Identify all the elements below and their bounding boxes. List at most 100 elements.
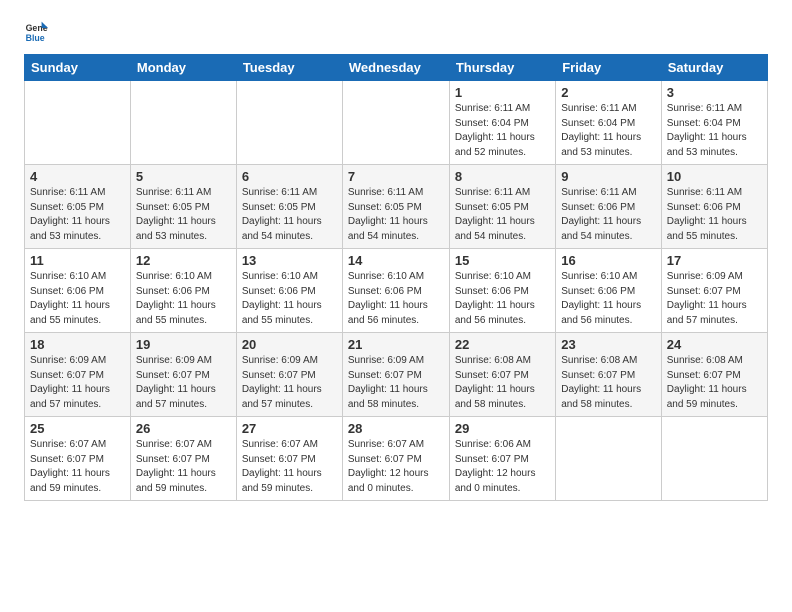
day-info: Sunrise: 6:10 AM Sunset: 6:06 PM Dayligh… [348,270,444,328]
day-info: Sunrise: 6:10 AM Sunset: 6:06 PM Dayligh… [455,270,550,328]
day-info: Sunrise: 6:08 AM Sunset: 6:07 PM Dayligh… [561,354,656,412]
day-number: 14 [348,253,444,268]
calendar-day-cell: 20 Sunrise: 6:09 AM Sunset: 6:07 PM Dayli… [236,333,342,417]
calendar-day-cell [236,81,342,165]
calendar-day-cell [130,81,236,165]
day-info: Sunrise: 6:11 AM Sunset: 6:05 PM Dayligh… [136,186,231,244]
calendar-week-row: 25 Sunrise: 6:07 AM Sunset: 6:07 PM Dayli… [25,417,768,501]
calendar-day-cell: 15Sunrise: 6:10 AM Sunset: 6:06 PM Dayli… [449,249,555,333]
calendar-week-row: 1 Sunrise: 6:11 AM Sunset: 6:04 PM Daylig… [25,81,768,165]
day-number: 20 [242,337,337,352]
calendar-day-cell: 7 Sunrise: 6:11 AM Sunset: 6:05 PM Daylig… [342,165,449,249]
calendar-day-cell: 4 Sunrise: 6:11 AM Sunset: 6:05 PM Daylig… [25,165,131,249]
calendar-day-header: Sunday [25,55,131,81]
calendar-day-header: Thursday [449,55,555,81]
day-number: 26 [136,421,231,436]
calendar-day-cell: 11 Sunrise: 6:10 AM Sunset: 6:06 PM Dayli… [25,249,131,333]
day-info: Sunrise: 6:10 AM Sunset: 6:06 PM Dayligh… [242,270,337,328]
day-info: Sunrise: 6:11 AM Sunset: 6:06 PM Dayligh… [561,186,656,244]
calendar-week-row: 11 Sunrise: 6:10 AM Sunset: 6:06 PM Dayli… [25,249,768,333]
calendar-day-cell: 10 Sunrise: 6:11 AM Sunset: 6:06 PM Dayli… [661,165,767,249]
day-info: Sunrise: 6:11 AM Sunset: 6:05 PM Dayligh… [30,186,125,244]
day-info: Sunrise: 6:06 AM Sunset: 6:07 PM Dayligh… [455,438,550,496]
calendar-day-cell [342,81,449,165]
logo: General Blue [24,20,52,44]
day-info: Sunrise: 6:11 AM Sunset: 6:05 PM Dayligh… [348,186,444,244]
day-number: 4 [30,169,125,184]
day-number: 25 [30,421,125,436]
calendar-day-cell: 16 Sunrise: 6:10 AM Sunset: 6:06 PM Dayli… [556,249,662,333]
calendar-day-cell: 26 Sunrise: 6:07 AM Sunset: 6:07 PM Dayli… [130,417,236,501]
day-number: 6 [242,169,337,184]
calendar-day-cell: 25 Sunrise: 6:07 AM Sunset: 6:07 PM Dayli… [25,417,131,501]
day-number: 29 [455,421,550,436]
calendar-day-header: Friday [556,55,662,81]
day-number: 24 [667,337,762,352]
day-info: Sunrise: 6:08 AM Sunset: 6:07 PM Dayligh… [667,354,762,412]
calendar-day-cell: 5 Sunrise: 6:11 AM Sunset: 6:05 PM Daylig… [130,165,236,249]
day-info: Sunrise: 6:07 AM Sunset: 6:07 PM Dayligh… [30,438,125,496]
calendar-day-header: Monday [130,55,236,81]
day-number: 11 [30,253,125,268]
calendar-table: SundayMondayTuesdayWednesdayThursdayFrid… [24,54,768,501]
day-number: 18 [30,337,125,352]
calendar-day-cell: 12 Sunrise: 6:10 AM Sunset: 6:06 PM Dayli… [130,249,236,333]
day-number: 16 [561,253,656,268]
calendar-day-cell: 8 Sunrise: 6:11 AM Sunset: 6:05 PM Daylig… [449,165,555,249]
calendar-day-cell: 19Sunrise: 6:09 AM Sunset: 6:07 PM Dayli… [130,333,236,417]
day-info: Sunrise: 6:07 AM Sunset: 6:07 PM Dayligh… [136,438,231,496]
calendar-week-row: 4 Sunrise: 6:11 AM Sunset: 6:05 PM Daylig… [25,165,768,249]
calendar-day-cell: 24 Sunrise: 6:08 AM Sunset: 6:07 PM Dayli… [661,333,767,417]
day-info: Sunrise: 6:09 AM Sunset: 6:07 PM Dayligh… [30,354,125,412]
calendar-day-cell [661,417,767,501]
day-number: 19 [136,337,231,352]
calendar-header-row: SundayMondayTuesdayWednesdayThursdayFrid… [25,55,768,81]
day-number: 1 [455,85,550,100]
day-info: Sunrise: 6:08 AM Sunset: 6:07 PM Dayligh… [455,354,550,412]
calendar-day-cell: 9Sunrise: 6:11 AM Sunset: 6:06 PM Daylig… [556,165,662,249]
day-info: Sunrise: 6:10 AM Sunset: 6:06 PM Dayligh… [30,270,125,328]
day-info: Sunrise: 6:11 AM Sunset: 6:05 PM Dayligh… [242,186,337,244]
day-number: 27 [242,421,337,436]
calendar-day-cell: 23 Sunrise: 6:08 AM Sunset: 6:07 PM Dayli… [556,333,662,417]
day-info: Sunrise: 6:07 AM Sunset: 6:07 PM Dayligh… [242,438,337,496]
calendar-day-header: Saturday [661,55,767,81]
day-number: 10 [667,169,762,184]
day-info: Sunrise: 6:11 AM Sunset: 6:06 PM Dayligh… [667,186,762,244]
day-info: Sunrise: 6:10 AM Sunset: 6:06 PM Dayligh… [136,270,231,328]
calendar-day-cell: 28Sunrise: 6:07 AM Sunset: 6:07 PM Dayli… [342,417,449,501]
day-number: 23 [561,337,656,352]
day-info: Sunrise: 6:09 AM Sunset: 6:07 PM Dayligh… [242,354,337,412]
svg-text:Blue: Blue [26,33,45,43]
day-number: 2 [561,85,656,100]
day-info: Sunrise: 6:10 AM Sunset: 6:06 PM Dayligh… [561,270,656,328]
logo-icon: General Blue [24,20,48,44]
day-number: 21 [348,337,444,352]
page-header: General Blue [24,20,768,44]
calendar-day-cell: 6 Sunrise: 6:11 AM Sunset: 6:05 PM Daylig… [236,165,342,249]
calendar-day-cell: 3 Sunrise: 6:11 AM Sunset: 6:04 PM Daylig… [661,81,767,165]
calendar-day-cell: 14 Sunrise: 6:10 AM Sunset: 6:06 PM Dayli… [342,249,449,333]
calendar-day-cell: 17 Sunrise: 6:09 AM Sunset: 6:07 PM Dayli… [661,249,767,333]
day-number: 17 [667,253,762,268]
calendar-day-header: Tuesday [236,55,342,81]
day-info: Sunrise: 6:11 AM Sunset: 6:05 PM Dayligh… [455,186,550,244]
calendar-day-cell [25,81,131,165]
calendar-day-cell: 2 Sunrise: 6:11 AM Sunset: 6:04 PM Daylig… [556,81,662,165]
calendar-body: 1 Sunrise: 6:11 AM Sunset: 6:04 PM Daylig… [25,81,768,501]
day-number: 5 [136,169,231,184]
calendar-day-cell: 21Sunrise: 6:09 AM Sunset: 6:07 PM Dayli… [342,333,449,417]
calendar-week-row: 18 Sunrise: 6:09 AM Sunset: 6:07 PM Dayli… [25,333,768,417]
calendar-day-cell: 1Sunrise: 6:11 AM Sunset: 6:04 PM Daylig… [449,81,555,165]
day-number: 22 [455,337,550,352]
calendar-day-cell: 27 Sunrise: 6:07 AM Sunset: 6:07 PM Dayli… [236,417,342,501]
day-info: Sunrise: 6:11 AM Sunset: 6:04 PM Dayligh… [561,102,656,160]
day-info: Sunrise: 6:11 AM Sunset: 6:04 PM Dayligh… [667,102,762,160]
calendar-day-cell [556,417,662,501]
day-number: 7 [348,169,444,184]
day-number: 8 [455,169,550,184]
day-info: Sunrise: 6:09 AM Sunset: 6:07 PM Dayligh… [667,270,762,328]
day-number: 3 [667,85,762,100]
day-number: 12 [136,253,231,268]
calendar-day-cell: 18 Sunrise: 6:09 AM Sunset: 6:07 PM Dayli… [25,333,131,417]
